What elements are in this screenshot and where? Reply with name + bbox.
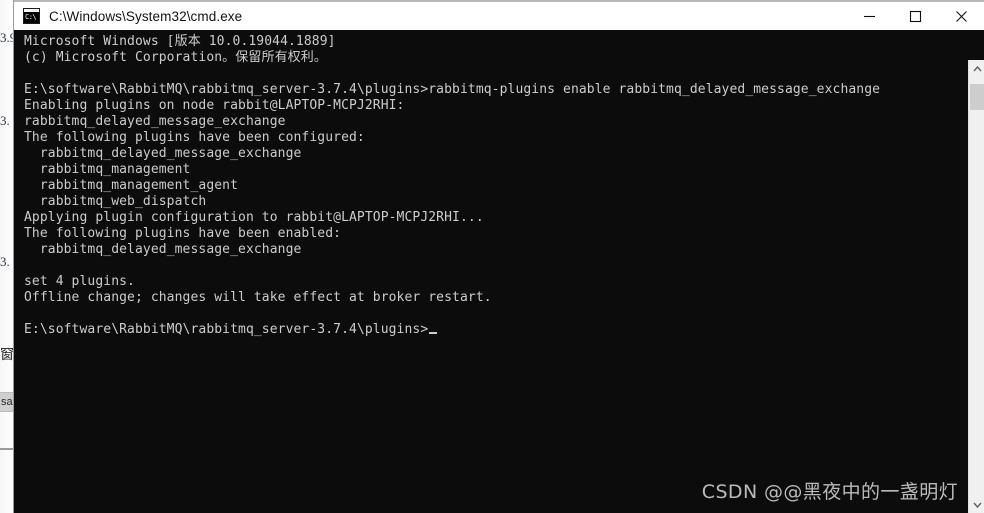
- window-title: C:\Windows\System32\cmd.exe: [49, 8, 243, 24]
- minimize-button[interactable]: [846, 2, 892, 30]
- terminal-line: Offline change; changes will take effect…: [24, 290, 492, 305]
- terminal-line: Microsoft Windows [版本 10.0.19044.1889]: [24, 34, 336, 49]
- terminal-line: Enabling plugins on node rabbit@LAPTOP-M…: [24, 98, 405, 113]
- chevron-down-icon: [972, 502, 982, 508]
- cmd-window[interactable]: ··· C:\ C:\Windows\System32\cmd.exe Micr…: [14, 0, 984, 513]
- chevron-up-icon: [972, 65, 982, 71]
- terminal-prompt: E:\software\RabbitMQ\rabbitmq_server-3.7…: [24, 322, 429, 337]
- terminal-line: rabbitmq_delayed_message_exchange: [24, 242, 302, 257]
- scrollbar-track[interactable]: [969, 77, 984, 496]
- scrollbar-down-button[interactable]: [969, 496, 984, 513]
- minimize-icon: [863, 15, 875, 17]
- background-divider: [0, 448, 13, 450]
- terminal-line: set 4 plugins.: [24, 274, 135, 289]
- background-window-strip[interactable]: 3.9 3. 3. 窗 sa: [0, 0, 14, 513]
- maximize-button[interactable]: [892, 2, 938, 30]
- terminal-line: rabbitmq_management: [24, 162, 191, 177]
- window-controls[interactable]: [846, 2, 984, 30]
- cmd-console-icon: ··· C:\: [23, 8, 40, 24]
- background-text-fragment-4: 窗: [0, 348, 14, 362]
- terminal-line: rabbitmq_web_dispatch: [24, 194, 207, 209]
- terminal-line: rabbitmq_delayed_message_exchange: [24, 146, 302, 161]
- terminal-line: rabbitmq_delayed_message_exchange: [24, 114, 286, 129]
- terminal-line: (c) Microsoft Corporation。保留所有权利。: [24, 50, 327, 65]
- background-text-fragment-3: 3.: [0, 255, 10, 269]
- background-text-fragment-1: 3.9: [0, 31, 14, 45]
- terminal-line: E:\software\RabbitMQ\rabbitmq_server-3.7…: [24, 82, 881, 97]
- terminal-line: rabbitmq_management_agent: [24, 178, 239, 193]
- close-button[interactable]: [938, 2, 984, 30]
- terminal-output: Microsoft Windows [版本 10.0.19044.1889] (c…: [24, 34, 960, 338]
- terminal-cursor: [429, 332, 438, 334]
- background-band-label: sa: [1, 396, 13, 408]
- background-highlight-band: sa: [0, 392, 14, 412]
- title-bar[interactable]: ··· C:\ C:\Windows\System32\cmd.exe: [14, 0, 984, 30]
- background-text-fragment-2: 3.: [0, 114, 10, 128]
- terminal-line: Applying plugin configuration to rabbit@…: [24, 210, 484, 225]
- terminal-line: The following plugins have been enabled:: [24, 226, 342, 241]
- terminal-line: The following plugins have been configur…: [24, 130, 365, 145]
- scrollbar-up-button[interactable]: [969, 60, 984, 77]
- close-icon: [955, 10, 967, 22]
- terminal-prompt-line[interactable]: E:\software\RabbitMQ\rabbitmq_server-3.7…: [24, 322, 960, 338]
- vertical-scrollbar[interactable]: [968, 60, 984, 513]
- cmd-icon-prompt-text: C:\: [24, 12, 39, 23]
- watermark: CSDN @@黑夜中的一盏明灯: [701, 481, 958, 503]
- terminal-body[interactable]: Microsoft Windows [版本 10.0.19044.1889] (c…: [14, 30, 984, 513]
- maximize-icon: [909, 10, 921, 22]
- scrollbar-thumb[interactable]: [970, 84, 984, 110]
